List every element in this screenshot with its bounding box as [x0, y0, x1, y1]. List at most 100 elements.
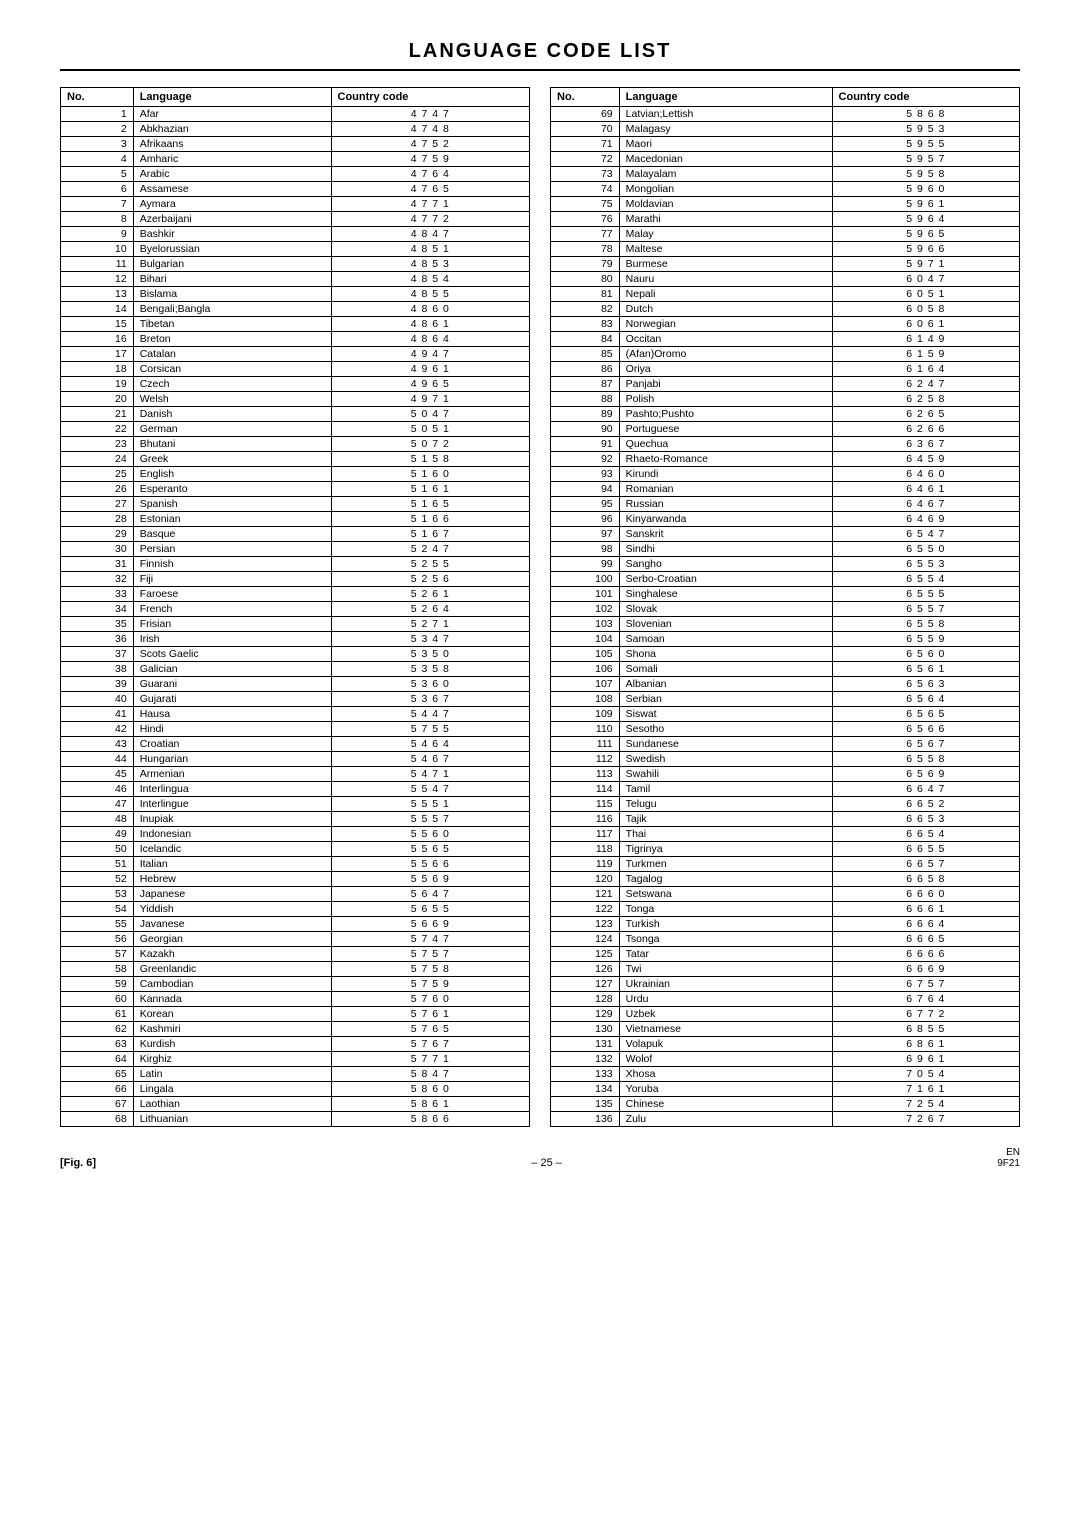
row-language: French: [133, 602, 331, 617]
table-row: 72Macedonian5 9 5 7: [551, 152, 1020, 167]
row-language: Bihari: [133, 272, 331, 287]
row-code: 6 9 6 1: [832, 1052, 1019, 1067]
row-code: 4 8 5 3: [331, 257, 529, 272]
row-code: 6 5 6 3: [832, 677, 1019, 692]
table-row: 5Arabic4 7 6 4: [61, 167, 530, 182]
row-code: 5 7 6 7: [331, 1037, 529, 1052]
row-language: Ukrainian: [619, 977, 832, 992]
row-number: 50: [61, 842, 134, 857]
table-row: 104Samoan6 5 5 9: [551, 632, 1020, 647]
row-code: 5 9 6 4: [832, 212, 1019, 227]
row-number: 121: [551, 887, 620, 902]
row-code: 5 7 5 5: [331, 722, 529, 737]
row-code: 4 7 7 1: [331, 197, 529, 212]
row-code: 4 8 6 4: [331, 332, 529, 347]
row-code: 6 4 6 1: [832, 482, 1019, 497]
row-code: 5 7 5 8: [331, 962, 529, 977]
row-number: 38: [61, 662, 134, 677]
row-code: 5 1 6 6: [331, 512, 529, 527]
table-row: 34French5 2 6 4: [61, 602, 530, 617]
row-code: 4 9 4 7: [331, 347, 529, 362]
row-language: Sindhi: [619, 542, 832, 557]
row-language: Fiji: [133, 572, 331, 587]
row-language: Icelandic: [133, 842, 331, 857]
row-code: 6 5 6 7: [832, 737, 1019, 752]
row-language: German: [133, 422, 331, 437]
row-code: 5 3 5 0: [331, 647, 529, 662]
table-row: 129Uzbek6 7 7 2: [551, 1007, 1020, 1022]
row-language: Georgian: [133, 932, 331, 947]
row-language: Chinese: [619, 1097, 832, 1112]
table-row: 76Marathi5 9 6 4: [551, 212, 1020, 227]
row-number: 8: [61, 212, 134, 227]
table-row: 74Mongolian5 9 6 0: [551, 182, 1020, 197]
row-language: Tatar: [619, 947, 832, 962]
row-code: 6 6 5 3: [832, 812, 1019, 827]
table-row: 15Tibetan4 8 6 1: [61, 317, 530, 332]
row-number: 16: [61, 332, 134, 347]
row-code: 6 4 6 9: [832, 512, 1019, 527]
row-language: Shona: [619, 647, 832, 662]
row-code: 6 7 5 7: [832, 977, 1019, 992]
row-number: 15: [61, 317, 134, 332]
row-code: 5 5 5 7: [331, 812, 529, 827]
table-row: 24Greek5 1 5 8: [61, 452, 530, 467]
row-language: Kannada: [133, 992, 331, 1007]
table-row: 106Somali6 5 6 1: [551, 662, 1020, 677]
row-number: 24: [61, 452, 134, 467]
row-language: Sesotho: [619, 722, 832, 737]
row-code: 5 2 6 4: [331, 602, 529, 617]
table-row: 44Hungarian5 4 6 7: [61, 752, 530, 767]
row-language: Kurdish: [133, 1037, 331, 1052]
row-number: 7: [61, 197, 134, 212]
row-code: 6 5 5 8: [832, 752, 1019, 767]
row-code: 5 5 6 0: [331, 827, 529, 842]
table-row: 3Afrikaans4 7 5 2: [61, 137, 530, 152]
row-number: 114: [551, 782, 620, 797]
table-row: 81Nepali6 0 5 1: [551, 287, 1020, 302]
row-language: Bashkir: [133, 227, 331, 242]
row-number: 75: [551, 197, 620, 212]
row-number: 69: [551, 107, 620, 122]
row-code: 6 8 6 1: [832, 1037, 1019, 1052]
row-language: Yiddish: [133, 902, 331, 917]
table-row: 48Inupiak5 5 5 7: [61, 812, 530, 827]
row-code: 5 1 6 1: [331, 482, 529, 497]
row-number: 52: [61, 872, 134, 887]
row-language: Russian: [619, 497, 832, 512]
table-row: 20Welsh4 9 7 1: [61, 392, 530, 407]
row-language: Galician: [133, 662, 331, 677]
table-row: 42Hindi5 7 5 5: [61, 722, 530, 737]
row-language: Nauru: [619, 272, 832, 287]
left-header-code: Country code: [331, 88, 529, 107]
row-code: 4 7 6 5: [331, 182, 529, 197]
row-language: Bengali;Bangla: [133, 302, 331, 317]
row-code: 5 5 6 6: [331, 857, 529, 872]
tables-container: No. Language Country code 1Afar4 7 4 72A…: [60, 87, 1020, 1127]
table-row: 105Shona6 5 6 0: [551, 647, 1020, 662]
row-language: Turkmen: [619, 857, 832, 872]
row-number: 73: [551, 167, 620, 182]
footer: [Fig. 6] – 25 – EN 9F21: [60, 1147, 1020, 1169]
row-number: 31: [61, 557, 134, 572]
row-number: 133: [551, 1067, 620, 1082]
row-number: 10: [61, 242, 134, 257]
row-language: Tsonga: [619, 932, 832, 947]
row-code: 6 5 5 4: [832, 572, 1019, 587]
row-code: 6 6 5 4: [832, 827, 1019, 842]
row-language: Latin: [133, 1067, 331, 1082]
row-code: 5 9 5 7: [832, 152, 1019, 167]
table-row: 132Wolof6 9 6 1: [551, 1052, 1020, 1067]
row-language: Hungarian: [133, 752, 331, 767]
row-language: Portuguese: [619, 422, 832, 437]
row-number: 71: [551, 137, 620, 152]
table-row: 88Polish6 2 5 8: [551, 392, 1020, 407]
row-number: 131: [551, 1037, 620, 1052]
row-code: 5 0 5 1: [331, 422, 529, 437]
row-code: 4 8 6 1: [331, 317, 529, 332]
row-number: 99: [551, 557, 620, 572]
row-code: 5 9 6 0: [832, 182, 1019, 197]
row-number: 96: [551, 512, 620, 527]
row-number: 115: [551, 797, 620, 812]
row-number: 111: [551, 737, 620, 752]
